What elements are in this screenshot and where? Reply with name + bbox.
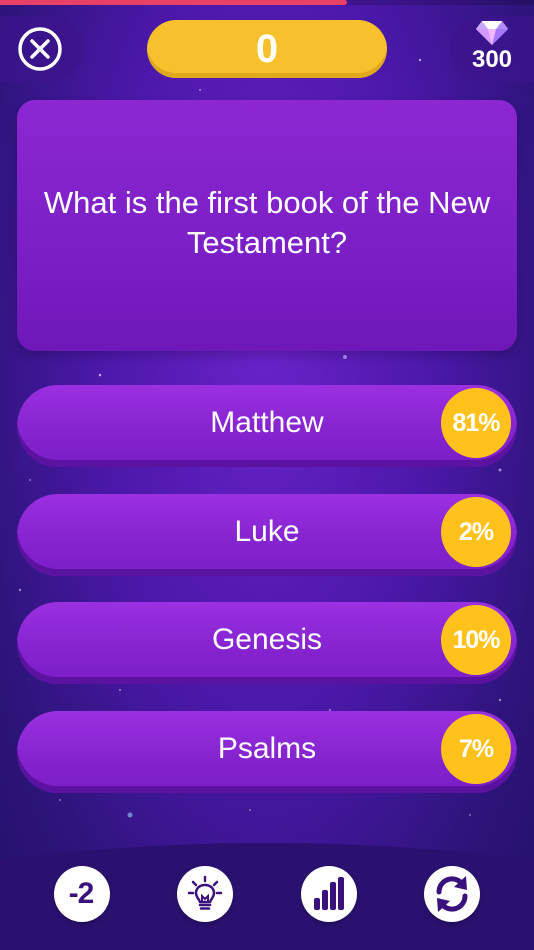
- answer-option-matthew[interactable]: Matthew 81%: [17, 385, 517, 467]
- diamond-icon: [476, 21, 508, 45]
- question-card: What is the first book of the New Testam…: [17, 100, 517, 351]
- question-text: What is the first book of the New Testam…: [43, 184, 491, 260]
- gems-counter[interactable]: 300: [450, 16, 534, 82]
- audience-poll-button[interactable]: [301, 866, 357, 922]
- bar-chart-icon: [314, 877, 344, 910]
- fifty-fifty-button[interactable]: -2: [54, 866, 110, 922]
- answer-percent-badge: 10%: [441, 605, 511, 675]
- hint-button[interactable]: [177, 866, 233, 922]
- answer-option-psalms[interactable]: Psalms 7%: [17, 711, 517, 793]
- answer-option-luke[interactable]: Luke 2%: [17, 494, 517, 576]
- close-circle-icon: [18, 27, 62, 71]
- close-button[interactable]: [0, 16, 84, 82]
- answer-percent-badge: 2%: [441, 497, 511, 567]
- refresh-icon: [436, 876, 468, 912]
- timer-bar: [0, 0, 534, 5]
- swap-question-button[interactable]: [424, 866, 480, 922]
- minus-two-icon: -2: [68, 877, 95, 910]
- gems-count: 300: [471, 46, 513, 73]
- answer-percent-badge: 7%: [441, 714, 511, 784]
- answer-option-genesis[interactable]: Genesis 10%: [17, 602, 517, 684]
- score-value: 0: [255, 26, 279, 71]
- answer-percent-badge: 81%: [441, 388, 511, 458]
- score-display: 0: [147, 20, 387, 78]
- timer-fill: [0, 0, 348, 5]
- lightbulb-icon: [187, 875, 223, 910]
